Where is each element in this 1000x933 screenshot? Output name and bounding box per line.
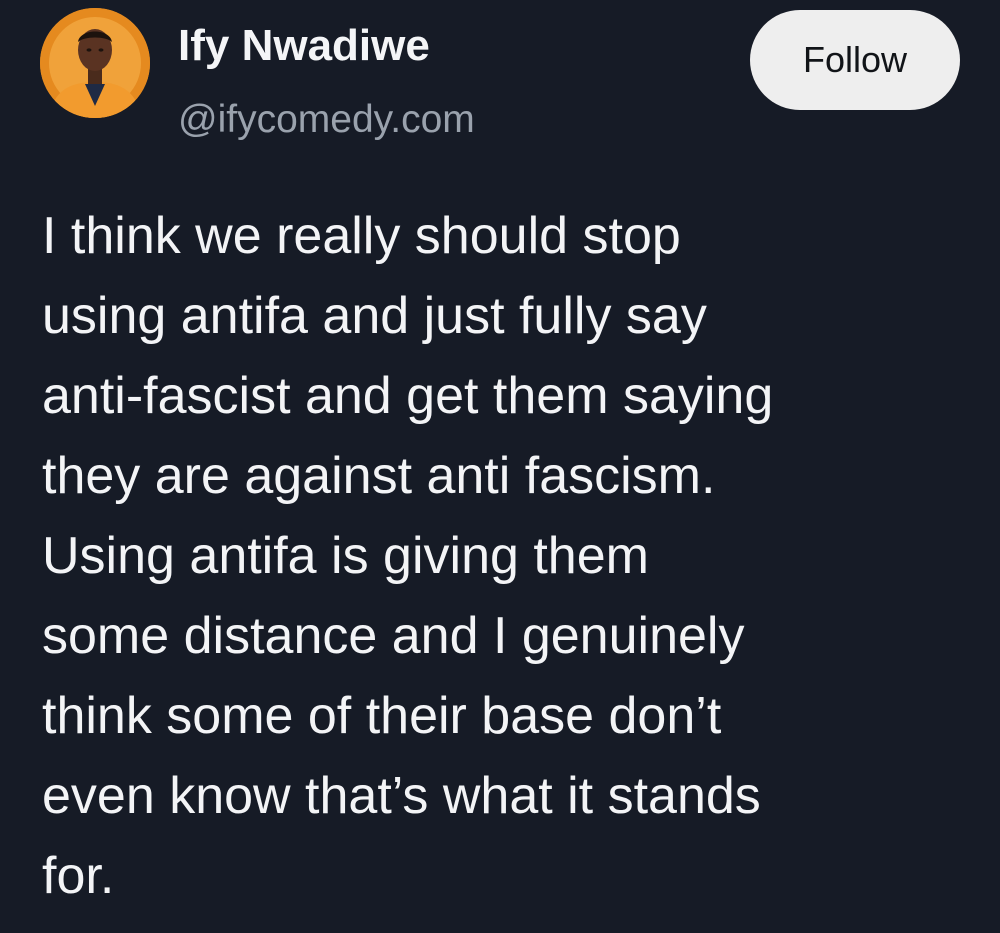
post-text-line: even know that’s what it stands <box>42 767 761 825</box>
post-text-line: anti-fascist and get them saying <box>42 367 774 425</box>
post-text-line: they are against anti fascism. <box>42 447 716 505</box>
post-text-line: for. <box>42 847 115 905</box>
post-text-line: using antifa and just fully say <box>42 287 707 345</box>
follow-button[interactable]: Follow <box>750 10 960 110</box>
post-text-line: some distance and I genuinely <box>42 607 745 665</box>
avatar[interactable] <box>40 8 150 118</box>
post-text: I think we really should stop using anti… <box>42 196 982 916</box>
post-text-line: I think we really should stop <box>42 207 681 265</box>
post-text-line: Using antifa is giving them <box>42 527 649 585</box>
user-handle[interactable]: @ifycomedy.com <box>178 100 475 139</box>
display-name[interactable]: Ify Nwadiwe <box>178 24 430 68</box>
post-text-line: think some of their base don’t <box>42 687 722 745</box>
post-card: Ify Nwadiwe @ifycomedy.com Follow I thin… <box>0 0 1000 933</box>
profile-photo-icon <box>40 8 150 118</box>
